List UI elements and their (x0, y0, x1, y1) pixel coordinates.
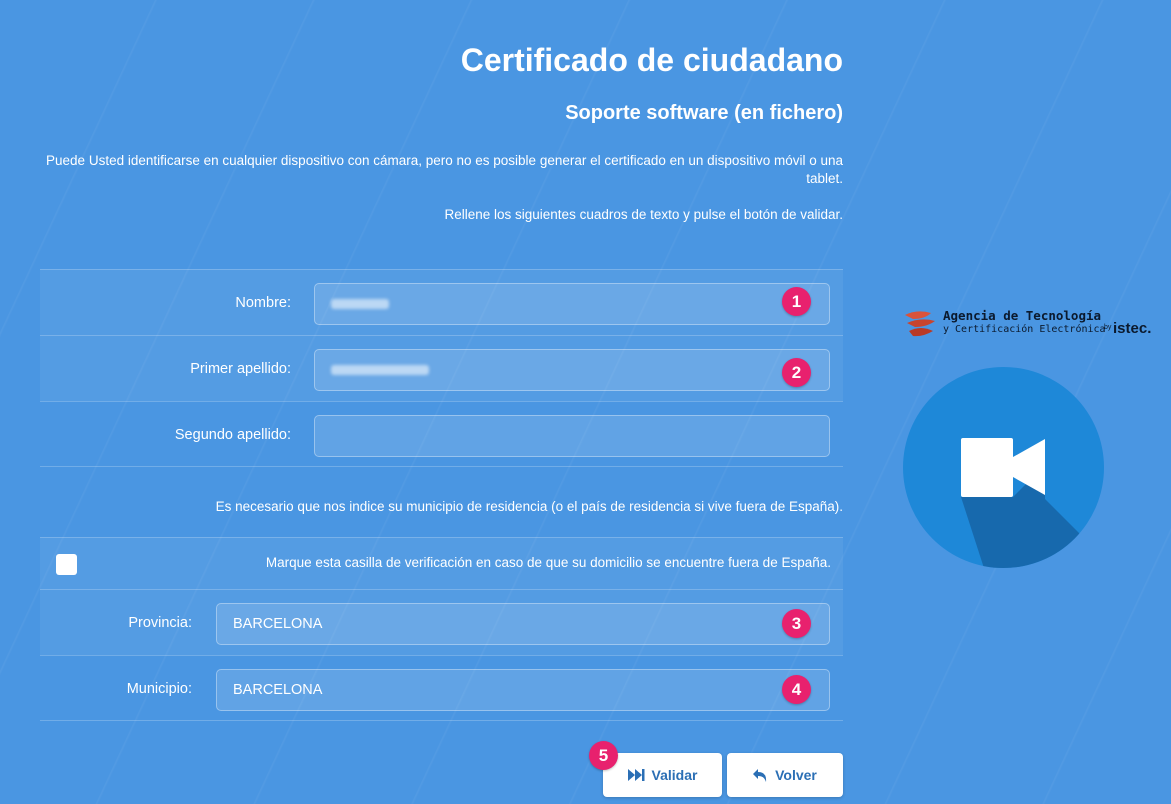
municipio-label: Municipio: (126, 681, 192, 697)
outside-spain-row: Marque esta casilla de verificación en c… (40, 537, 843, 589)
nombre-input[interactable] (314, 283, 830, 325)
primer-apellido-label: Primer apellido: (190, 361, 291, 377)
municipio-row: Municipio: BARCELONA 4 (40, 655, 843, 721)
logo-line1: Agencia de Tecnología (943, 308, 1102, 323)
page-subtitle: Soporte software (en fichero) (565, 102, 843, 124)
step-badge-4: 4 (782, 675, 811, 704)
validar-label: Validar (651, 767, 698, 783)
logo-line2: y Certificación Electrónica (943, 324, 1106, 335)
logo-by: by (1104, 324, 1112, 331)
provincia-label: Provincia: (128, 615, 192, 631)
nombre-label: Nombre: (235, 295, 291, 311)
provincia-select[interactable]: BARCELONA (216, 603, 830, 645)
outside-spain-label: Marque esta casilla de verificación en c… (265, 555, 831, 570)
segundo-apellido-row: Segundo apellido: (40, 401, 843, 467)
fast-forward-icon (627, 769, 645, 781)
redacted-value (331, 299, 389, 310)
logo-brand: istec. (1113, 320, 1152, 337)
provincia-row: Provincia: BARCELONA 3 (40, 589, 843, 655)
volver-label: Volver (775, 767, 817, 783)
agency-emblem-icon (905, 311, 935, 337)
outside-spain-checkbox[interactable] (56, 554, 77, 575)
segundo-apellido-label: Segundo apellido: (174, 427, 291, 443)
undo-arrow-icon (753, 768, 767, 782)
segundo-apellido-input[interactable] (314, 415, 830, 457)
camera-info-text: Puede Usted identificarse en cualquier d… (46, 153, 843, 186)
step-badge-1: 1 (782, 287, 811, 316)
fill-instructions-text: Rellene los siguientes cuadros de texto … (444, 207, 843, 222)
redacted-value (331, 365, 429, 376)
step-badge-2: 2 (782, 358, 811, 387)
video-camera-icon (903, 367, 1104, 568)
step-badge-3: 3 (782, 609, 811, 638)
volver-button[interactable]: Volver (727, 753, 843, 797)
validar-button[interactable]: Validar (603, 753, 722, 797)
primer-apellido-row: Primer apellido: 2 (40, 335, 843, 401)
residence-note: Es necesario que nos indice su municipio… (215, 499, 843, 514)
primer-apellido-input[interactable] (314, 349, 830, 391)
page-title: Certificado de ciudadano (460, 42, 843, 78)
municipio-select[interactable]: BARCELONA (216, 669, 830, 711)
nombre-row: Nombre: 1 (40, 269, 843, 335)
agency-logo: Agencia de Tecnología y Certificación El… (903, 306, 1165, 346)
step-badge-5: 5 (589, 741, 618, 770)
